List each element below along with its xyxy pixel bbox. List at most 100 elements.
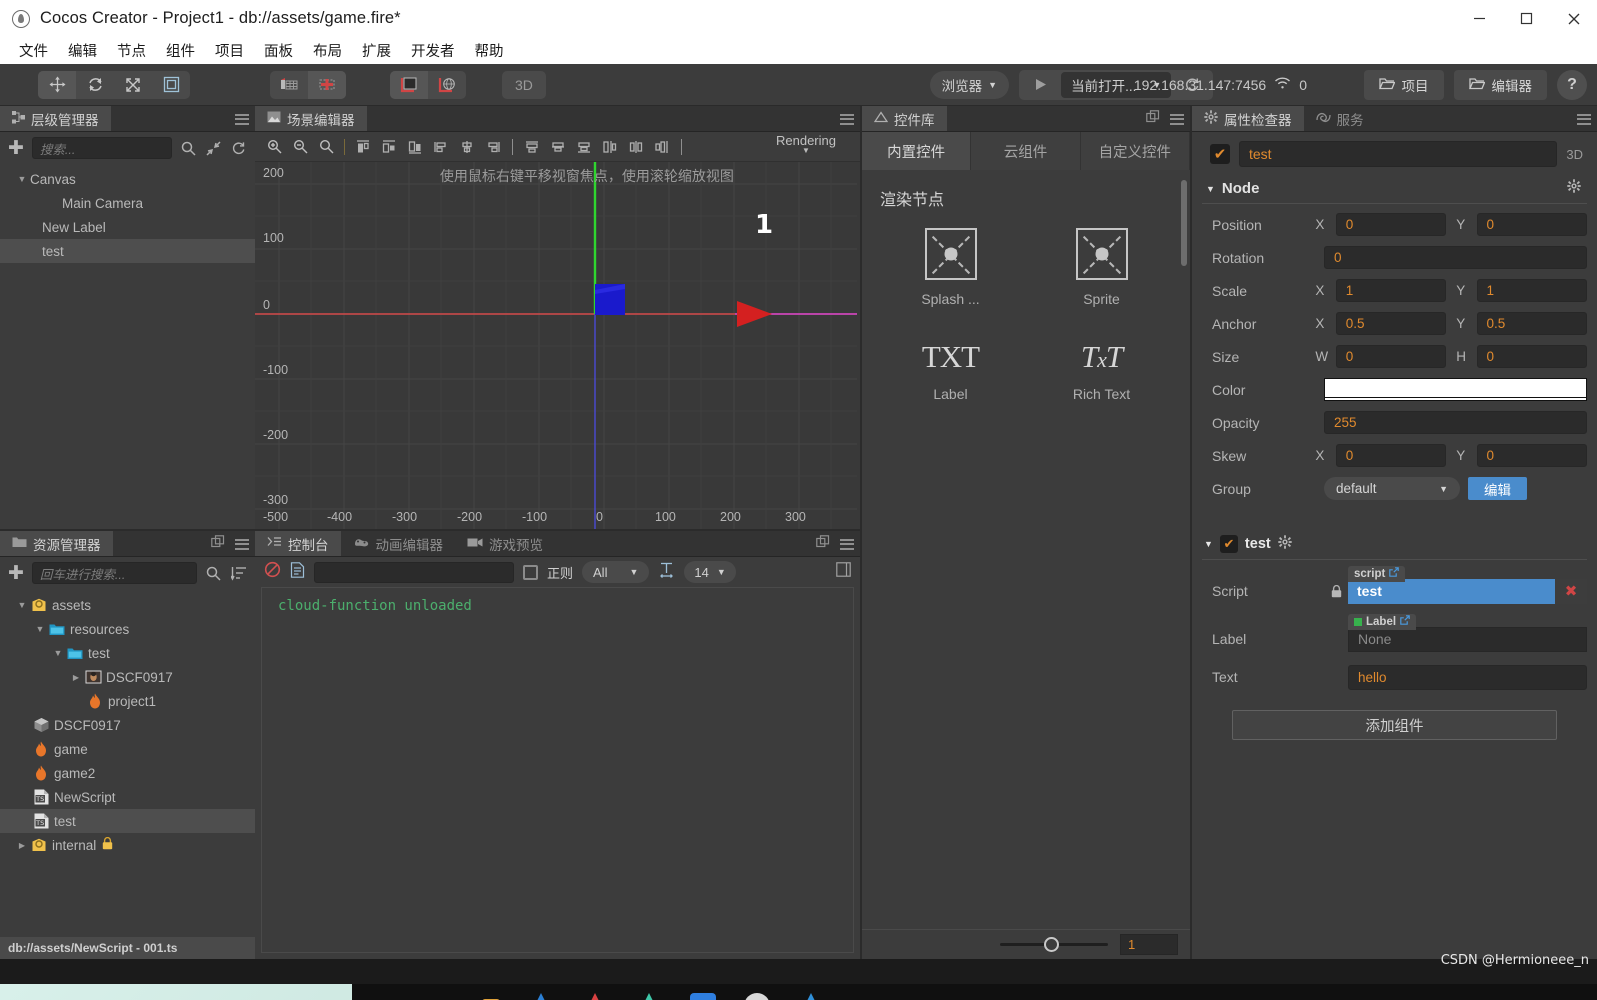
- asset-row-assets[interactable]: assets: [0, 593, 255, 617]
- asset-row-internal[interactable]: internal: [0, 833, 255, 857]
- maximize-button[interactable]: [1503, 0, 1550, 37]
- tab-inspector[interactable]: 属性检查器: [1192, 106, 1304, 131]
- widget-zoom-value[interactable]: 1: [1120, 934, 1178, 955]
- label-value-field[interactable]: None: [1348, 626, 1587, 652]
- align-top-icon[interactable]: [519, 135, 545, 159]
- component-header-test[interactable]: ▼ ✔ test: [1202, 529, 1587, 560]
- world-space-button[interactable]: [428, 71, 466, 99]
- scale-x-input[interactable]: 1: [1335, 279, 1447, 302]
- tab-console[interactable]: 控制台: [255, 531, 341, 556]
- tab-game-preview[interactable]: 游戏预览: [455, 531, 555, 556]
- tab-cloud-components[interactable]: 云组件: [971, 132, 1081, 170]
- add-asset-icon[interactable]: ✚: [8, 564, 24, 583]
- asset-row-game2[interactable]: game2: [0, 761, 255, 785]
- chevron-down-icon[interactable]: [14, 174, 30, 184]
- chevron-right-icon[interactable]: [14, 841, 30, 850]
- popout-icon[interactable]: [1146, 109, 1160, 129]
- external-link-icon[interactable]: [1389, 567, 1400, 580]
- pivot-center-button[interactable]: [270, 71, 308, 99]
- asset-row-test-folder[interactable]: test: [0, 641, 255, 665]
- tab-builtin-widgets[interactable]: 内置控件: [862, 132, 972, 170]
- script-value-field[interactable]: test: [1348, 578, 1555, 604]
- widget-item-label[interactable]: TXT Label: [880, 339, 1021, 402]
- console-filter-input[interactable]: [314, 561, 514, 583]
- search-icon[interactable]: [180, 141, 197, 156]
- rotate-tool-button[interactable]: [76, 71, 114, 99]
- search-icon[interactable]: [205, 566, 222, 581]
- menu-help[interactable]: 帮助: [466, 37, 513, 64]
- menu-project[interactable]: 项目: [206, 37, 253, 64]
- zoom-in-icon[interactable]: [261, 135, 287, 159]
- log-file-icon[interactable]: [290, 561, 305, 583]
- tab-animation-editor[interactable]: 动画编辑器: [340, 531, 455, 556]
- align-right-icon[interactable]: [402, 135, 428, 159]
- widget-item-sprite[interactable]: Sprite: [1031, 228, 1172, 307]
- chevron-down-icon[interactable]: ▼: [1206, 184, 1215, 194]
- opacity-input[interactable]: 255: [1324, 411, 1587, 434]
- rotation-input[interactable]: 0: [1324, 246, 1587, 269]
- asset-row-test-script[interactable]: TS test: [0, 809, 255, 833]
- hierarchy-menu-icon[interactable]: [235, 113, 249, 125]
- taskbar-icon-5[interactable]: [690, 993, 716, 1000]
- taskbar-icon-7[interactable]: [798, 993, 824, 1000]
- chevron-down-icon[interactable]: [32, 624, 48, 634]
- distribute-v-right-icon[interactable]: [649, 135, 675, 159]
- distribute-right-icon[interactable]: [480, 135, 506, 159]
- local-space-button[interactable]: [390, 70, 428, 99]
- popout-icon[interactable]: [816, 534, 830, 554]
- taskbar-icon-2[interactable]: [528, 993, 554, 1000]
- align-vcenter-icon[interactable]: [545, 135, 571, 159]
- minimize-button[interactable]: [1456, 0, 1503, 37]
- tab-scene-editor[interactable]: 场景编辑器: [255, 106, 367, 131]
- hierarchy-node-new-label[interactable]: New Label: [0, 215, 255, 239]
- widget-item-splash[interactable]: Splash ...: [880, 228, 1021, 307]
- log-level-select[interactable]: All ▼: [582, 561, 650, 583]
- taskbar-preview-thumbnail[interactable]: [0, 984, 352, 1000]
- text-value-input[interactable]: hello: [1348, 664, 1587, 690]
- align-bottom-icon[interactable]: [571, 135, 597, 159]
- menu-developer[interactable]: 开发者: [402, 37, 464, 64]
- toggle-3d-button[interactable]: 3D: [502, 70, 546, 99]
- widget-zoom-slider[interactable]: [1000, 937, 1108, 952]
- assets-search-input[interactable]: 回车进行搜索...: [31, 562, 197, 584]
- chevron-down-icon[interactable]: [50, 648, 66, 658]
- taskbar-icon-4[interactable]: [636, 993, 662, 1000]
- node-name-input[interactable]: test: [1239, 141, 1558, 167]
- widget-library-menu-icon[interactable]: [1170, 113, 1184, 125]
- component-enabled-checkbox[interactable]: ✔: [1219, 535, 1238, 553]
- scale-tool-button[interactable]: [114, 71, 152, 99]
- menu-file[interactable]: 文件: [10, 37, 57, 64]
- hierarchy-node-main-camera[interactable]: Main Camera: [0, 191, 255, 215]
- add-component-button[interactable]: 添加组件: [1232, 710, 1557, 740]
- widget-item-rich-text[interactable]: TxT Rich Text: [1031, 339, 1172, 402]
- size-h-input[interactable]: 0: [1476, 345, 1587, 368]
- collapse-all-icon[interactable]: [205, 140, 222, 156]
- asset-row-dscf0917-mesh[interactable]: DSCF0917: [0, 713, 255, 737]
- taskbar-icon-3[interactable]: [582, 993, 608, 1000]
- asset-row-project1[interactable]: project1: [0, 689, 255, 713]
- menu-node[interactable]: 节点: [108, 37, 155, 64]
- scene-menu-icon[interactable]: [840, 113, 854, 125]
- close-button[interactable]: [1550, 0, 1597, 37]
- rect-tool-button[interactable]: [152, 71, 190, 99]
- zoom-reset-icon[interactable]: [313, 135, 339, 159]
- anchor-y-input[interactable]: 0.5: [1476, 312, 1587, 335]
- asset-row-game[interactable]: game: [0, 737, 255, 761]
- move-tool-button[interactable]: [38, 70, 76, 99]
- refresh-icon[interactable]: [230, 141, 247, 156]
- edit-group-button[interactable]: 编辑: [1468, 477, 1527, 500]
- clear-console-icon[interactable]: [264, 561, 281, 583]
- node-enabled-checkbox[interactable]: ✔: [1210, 144, 1230, 164]
- popout-icon[interactable]: [211, 534, 225, 554]
- group-select[interactable]: default ▼: [1324, 477, 1460, 500]
- align-hcenter-icon[interactable]: [376, 135, 402, 159]
- sort-icon[interactable]: [230, 566, 247, 581]
- menu-component[interactable]: 组件: [157, 37, 204, 64]
- hierarchy-search-input[interactable]: 搜索...: [31, 137, 172, 159]
- menu-extension[interactable]: 扩展: [353, 37, 400, 64]
- asset-row-dscf0917-image[interactable]: DSCF0917: [0, 665, 255, 689]
- regex-checkbox[interactable]: [523, 564, 538, 580]
- open-editor-folder-button[interactable]: 编辑器: [1453, 69, 1547, 100]
- position-x-input[interactable]: 0: [1335, 213, 1447, 236]
- position-y-input[interactable]: 0: [1476, 213, 1587, 236]
